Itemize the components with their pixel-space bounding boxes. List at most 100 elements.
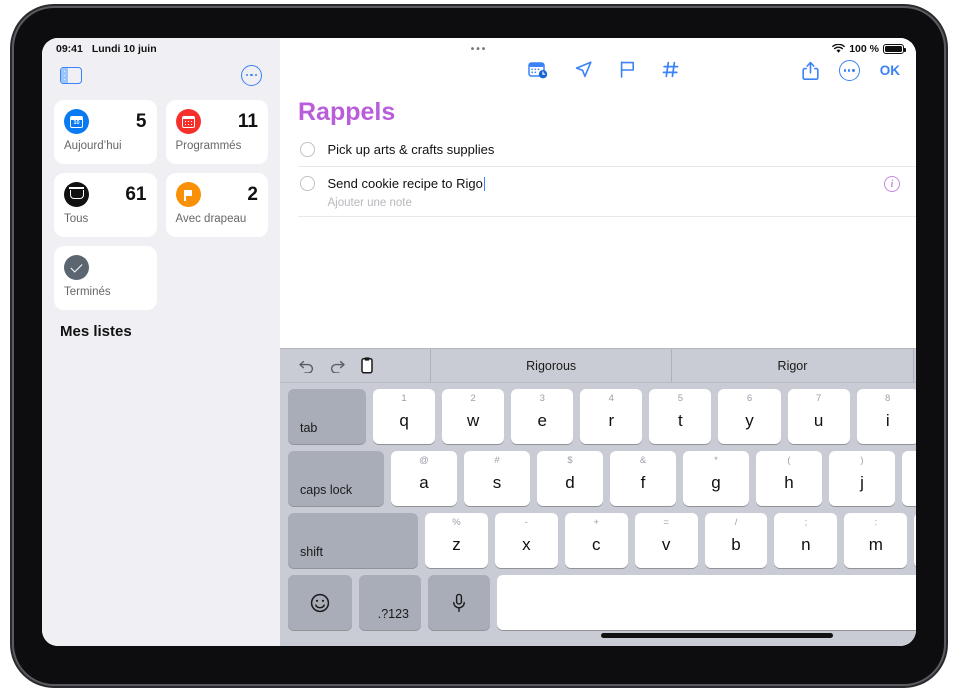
key-q[interactable]: 1q [373,389,436,444]
key-v[interactable]: = v [634,513,698,568]
sidebar-more-circle-icon[interactable] [241,64,262,86]
suggestion-1[interactable]: Rigorous [430,349,673,382]
key-j[interactable]: ) j [829,451,895,506]
smart-list-count: 2 [247,184,258,205]
key-shift-left[interactable]: shift [288,513,418,568]
key-f[interactable]: & f [610,451,676,506]
smart-list-scheduled[interactable]: 11 Programmés [165,100,268,164]
smart-list-all[interactable]: 61 Tous [54,173,157,237]
key-label: z [452,535,461,554]
reminder-complete-circle[interactable] [300,176,315,191]
key-a[interactable]: @ a [391,451,457,506]
key-u[interactable]: 7u [787,389,850,444]
reminder-title[interactable]: Send cookie recipe to Rigo [328,176,483,191]
reminder-title[interactable]: Pick up arts & crafts supplies [328,142,495,157]
smart-list-count: 61 [125,184,147,205]
key-m[interactable]: :m [844,513,908,568]
smart-list-flagged[interactable]: 2 Avec drapeau [165,173,268,237]
key-s[interactable]: # s [464,451,530,506]
suggestion-3[interactable]: Rigorously [914,349,916,382]
keyboard-rows: tab 1q 2w 3e 4r 5t 6y 7u 8i 9o 0p delete [280,383,916,630]
key-label: x [522,535,531,554]
keyboard-row-3: shift %z -x +c =v /b ;n :m !; ?. shift [288,513,916,568]
toolbar-right-group: OK [802,60,900,81]
key-c[interactable]: + c [564,513,628,568]
key-emoji[interactable] [288,575,352,630]
info-circle-icon[interactable]: i [884,176,900,192]
ipad-device-frame: 09:41 Lundi 10 juin ••• 100 % 10 5 Aujou… [14,8,944,684]
key-space[interactable] [497,575,916,630]
key-dictation[interactable] [428,575,490,630]
key-e[interactable]: 3e [511,389,574,444]
toolbar-center-group [528,60,680,79]
key-z[interactable]: % z [425,513,488,568]
suggestion-2[interactable]: Rigor [672,349,914,382]
key-sub-label: % [452,517,461,528]
emoji-icon [310,593,330,613]
reminder-note-placeholder[interactable]: Ajouter une note [328,197,885,209]
key-d[interactable]: $ d [537,451,603,506]
key-r[interactable]: 4r [580,389,643,444]
key-label: b [731,535,741,554]
smart-list-completed[interactable]: Terminés [54,246,157,310]
smart-list-today[interactable]: 10 5 Aujourd’hui [54,100,157,164]
key-n[interactable]: ; n [774,513,838,568]
main-more-circle-icon[interactable] [838,60,860,81]
smart-list-count: 11 [237,111,258,132]
redo-icon[interactable] [329,359,346,373]
key-label: f [640,473,646,492]
reminder-title-line: Send cookie recipe to Rigo [328,175,885,193]
add-flag-icon[interactable] [619,60,636,79]
key-label: y [745,411,754,430]
key-x[interactable]: -x [494,513,558,568]
reminder-body: Send cookie recipe to Rigo Ajouter une n… [328,175,885,209]
key-w[interactable]: 2w [442,389,505,444]
keyboard-row-2: caps lock @a #s $d &f *g (h )j ’k ”l ret… [288,451,916,506]
key-label: c [591,535,601,554]
sidebar-toggle-icon[interactable] [60,66,82,84]
main-toolbar: OK [280,38,916,90]
add-tag-icon[interactable] [662,60,680,79]
done-button[interactable]: OK [880,63,900,78]
sidebar: 10 5 Aujourd’hui 11 Programmés 61 Tous 2… [42,38,280,646]
key-label: m [868,535,883,554]
key-h[interactable]: (h [756,451,822,506]
key-label: q [399,411,409,430]
undo-icon[interactable] [298,359,315,373]
add-date-icon[interactable] [528,61,548,79]
key-tab[interactable]: tab [288,389,366,444]
reminder-complete-circle[interactable] [300,142,315,157]
my-lists-header: Mes listes [60,323,132,340]
key-sub-label: * [714,455,718,466]
share-icon[interactable] [802,61,819,81]
keyboard-edit-tools [280,357,430,374]
key-sub-label: ( [787,455,791,466]
key-label: r [608,411,615,430]
key-i[interactable]: 8i [856,389,916,444]
key-y[interactable]: 6y [718,389,781,444]
paste-icon[interactable] [360,357,374,374]
smart-list-label: Terminés [64,286,111,298]
add-location-icon[interactable] [574,60,593,79]
keyboard-row-1: tab 1q 2w 3e 4r 5t 6y 7u 8i 9o 0p delete [288,389,916,444]
key-label: w [467,411,480,430]
key-label: n [801,535,811,554]
key-caps-lock[interactable]: caps lock [288,451,384,506]
home-indicator[interactable] [601,633,833,638]
calendar-day-number: 10 [73,119,80,126]
key-label: t [678,411,683,430]
key-t[interactable]: 5t [649,389,712,444]
key-sub-label: + [593,517,599,528]
key-sub-label: # [494,455,500,466]
smart-list-label: Avec drapeau [175,213,247,225]
key-numbers-left[interactable]: .?123 [359,575,421,630]
key-b[interactable]: / b [704,513,768,568]
calendar-today-icon: 10 [64,109,89,134]
reminder-row[interactable]: Pick up arts & crafts supplies [298,133,916,167]
key-g[interactable]: * g [683,451,749,506]
key-sub-label: ) [860,455,864,466]
reminder-row[interactable]: Send cookie recipe to Rigo Ajouter une n… [298,167,916,217]
key-k[interactable]: ’k [902,451,916,506]
key-exclaim-semicolon[interactable]: !; [914,513,916,568]
onscreen-keyboard: Rigorous Rigor Rigorously tab 1q 2w 3e [280,348,916,646]
